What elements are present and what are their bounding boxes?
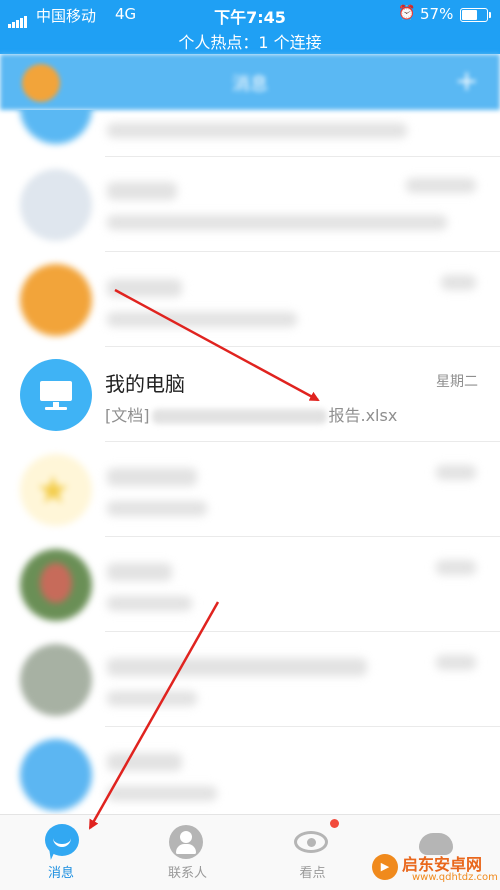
avatar — [20, 110, 92, 144]
tab-label: 联系人 — [167, 866, 207, 881]
conversation-row[interactable] — [0, 110, 500, 157]
contacts-icon — [169, 825, 205, 859]
tab-messages[interactable]: 消息 — [0, 815, 125, 890]
eye-icon — [294, 819, 339, 859]
contact-name — [105, 748, 184, 772]
alarm-clock-icon: ⏰ — [398, 5, 416, 21]
tab-discover[interactable]: 看点 — [250, 815, 375, 890]
avatar — [20, 739, 92, 811]
conversation-row-my-computer[interactable]: 我的电脑 [文档] 报告.xlsx 星期二 — [0, 347, 500, 442]
message-time — [434, 559, 478, 575]
message-time — [434, 654, 478, 670]
watermark-logo: ▶ — [372, 854, 398, 880]
message-time — [404, 177, 478, 193]
contact-name — [105, 177, 179, 201]
battery-percent: 57% — [420, 5, 454, 23]
app-header: 消息 + — [0, 54, 500, 110]
header-title: 消息 — [232, 74, 268, 95]
message-time — [434, 464, 478, 480]
preview-prefix: [文档] — [105, 406, 150, 425]
tab-label: 看点 — [299, 866, 326, 881]
star-icon: ★ — [36, 468, 71, 512]
conversation-row[interactable] — [0, 252, 500, 347]
avatar — [20, 264, 92, 336]
message-preview — [105, 688, 199, 707]
status-bar: 中国移动 4G 下午7:45 ⏰ 57% 个人热点：1 个连接 — [0, 0, 500, 54]
conversation-row[interactable] — [0, 632, 500, 727]
message-preview — [105, 212, 449, 231]
tab-contacts[interactable]: 联系人 — [125, 815, 250, 890]
message-preview — [105, 120, 409, 139]
avatar — [20, 549, 92, 621]
avatar — [20, 169, 92, 241]
contact-name — [105, 463, 199, 487]
conversation-row[interactable] — [0, 727, 500, 814]
hotspot-banner[interactable]: 个人热点：1 个连接 — [0, 29, 500, 53]
watermark-url: www.qdhtdz.com — [412, 872, 498, 883]
preview-suffix: 报告.xlsx — [328, 406, 398, 425]
conversation-row[interactable]: ★ — [0, 442, 500, 537]
monitor-icon — [20, 359, 92, 431]
conversation-row[interactable] — [0, 157, 500, 252]
conversation-row[interactable] — [0, 537, 500, 632]
redacted-text — [151, 409, 327, 424]
contact-name — [105, 653, 369, 677]
conversation-list[interactable]: 我的电脑 [文档] 报告.xlsx 星期二 ★ — [0, 110, 500, 814]
message-preview — [105, 498, 209, 517]
message-preview — [105, 309, 299, 328]
tab-label: 消息 — [47, 866, 74, 881]
message-time — [439, 274, 478, 290]
avatar: ★ — [20, 454, 92, 526]
contact-name — [105, 274, 184, 298]
message-preview: [文档] 报告.xlsx — [105, 402, 397, 426]
notification-badge — [330, 819, 339, 828]
plus-icon[interactable]: + — [455, 64, 478, 97]
watermark: ▶ 启东安卓网 www.qdhtdz.com — [372, 851, 500, 889]
avatar — [20, 644, 92, 716]
message-preview — [105, 593, 194, 612]
message-preview — [105, 783, 219, 802]
message-time: 星期二 — [436, 374, 478, 390]
contact-name — [105, 558, 174, 582]
message-bubble-icon — [45, 824, 81, 858]
contact-name: 我的电脑 — [105, 372, 185, 396]
battery-icon — [460, 8, 491, 22]
